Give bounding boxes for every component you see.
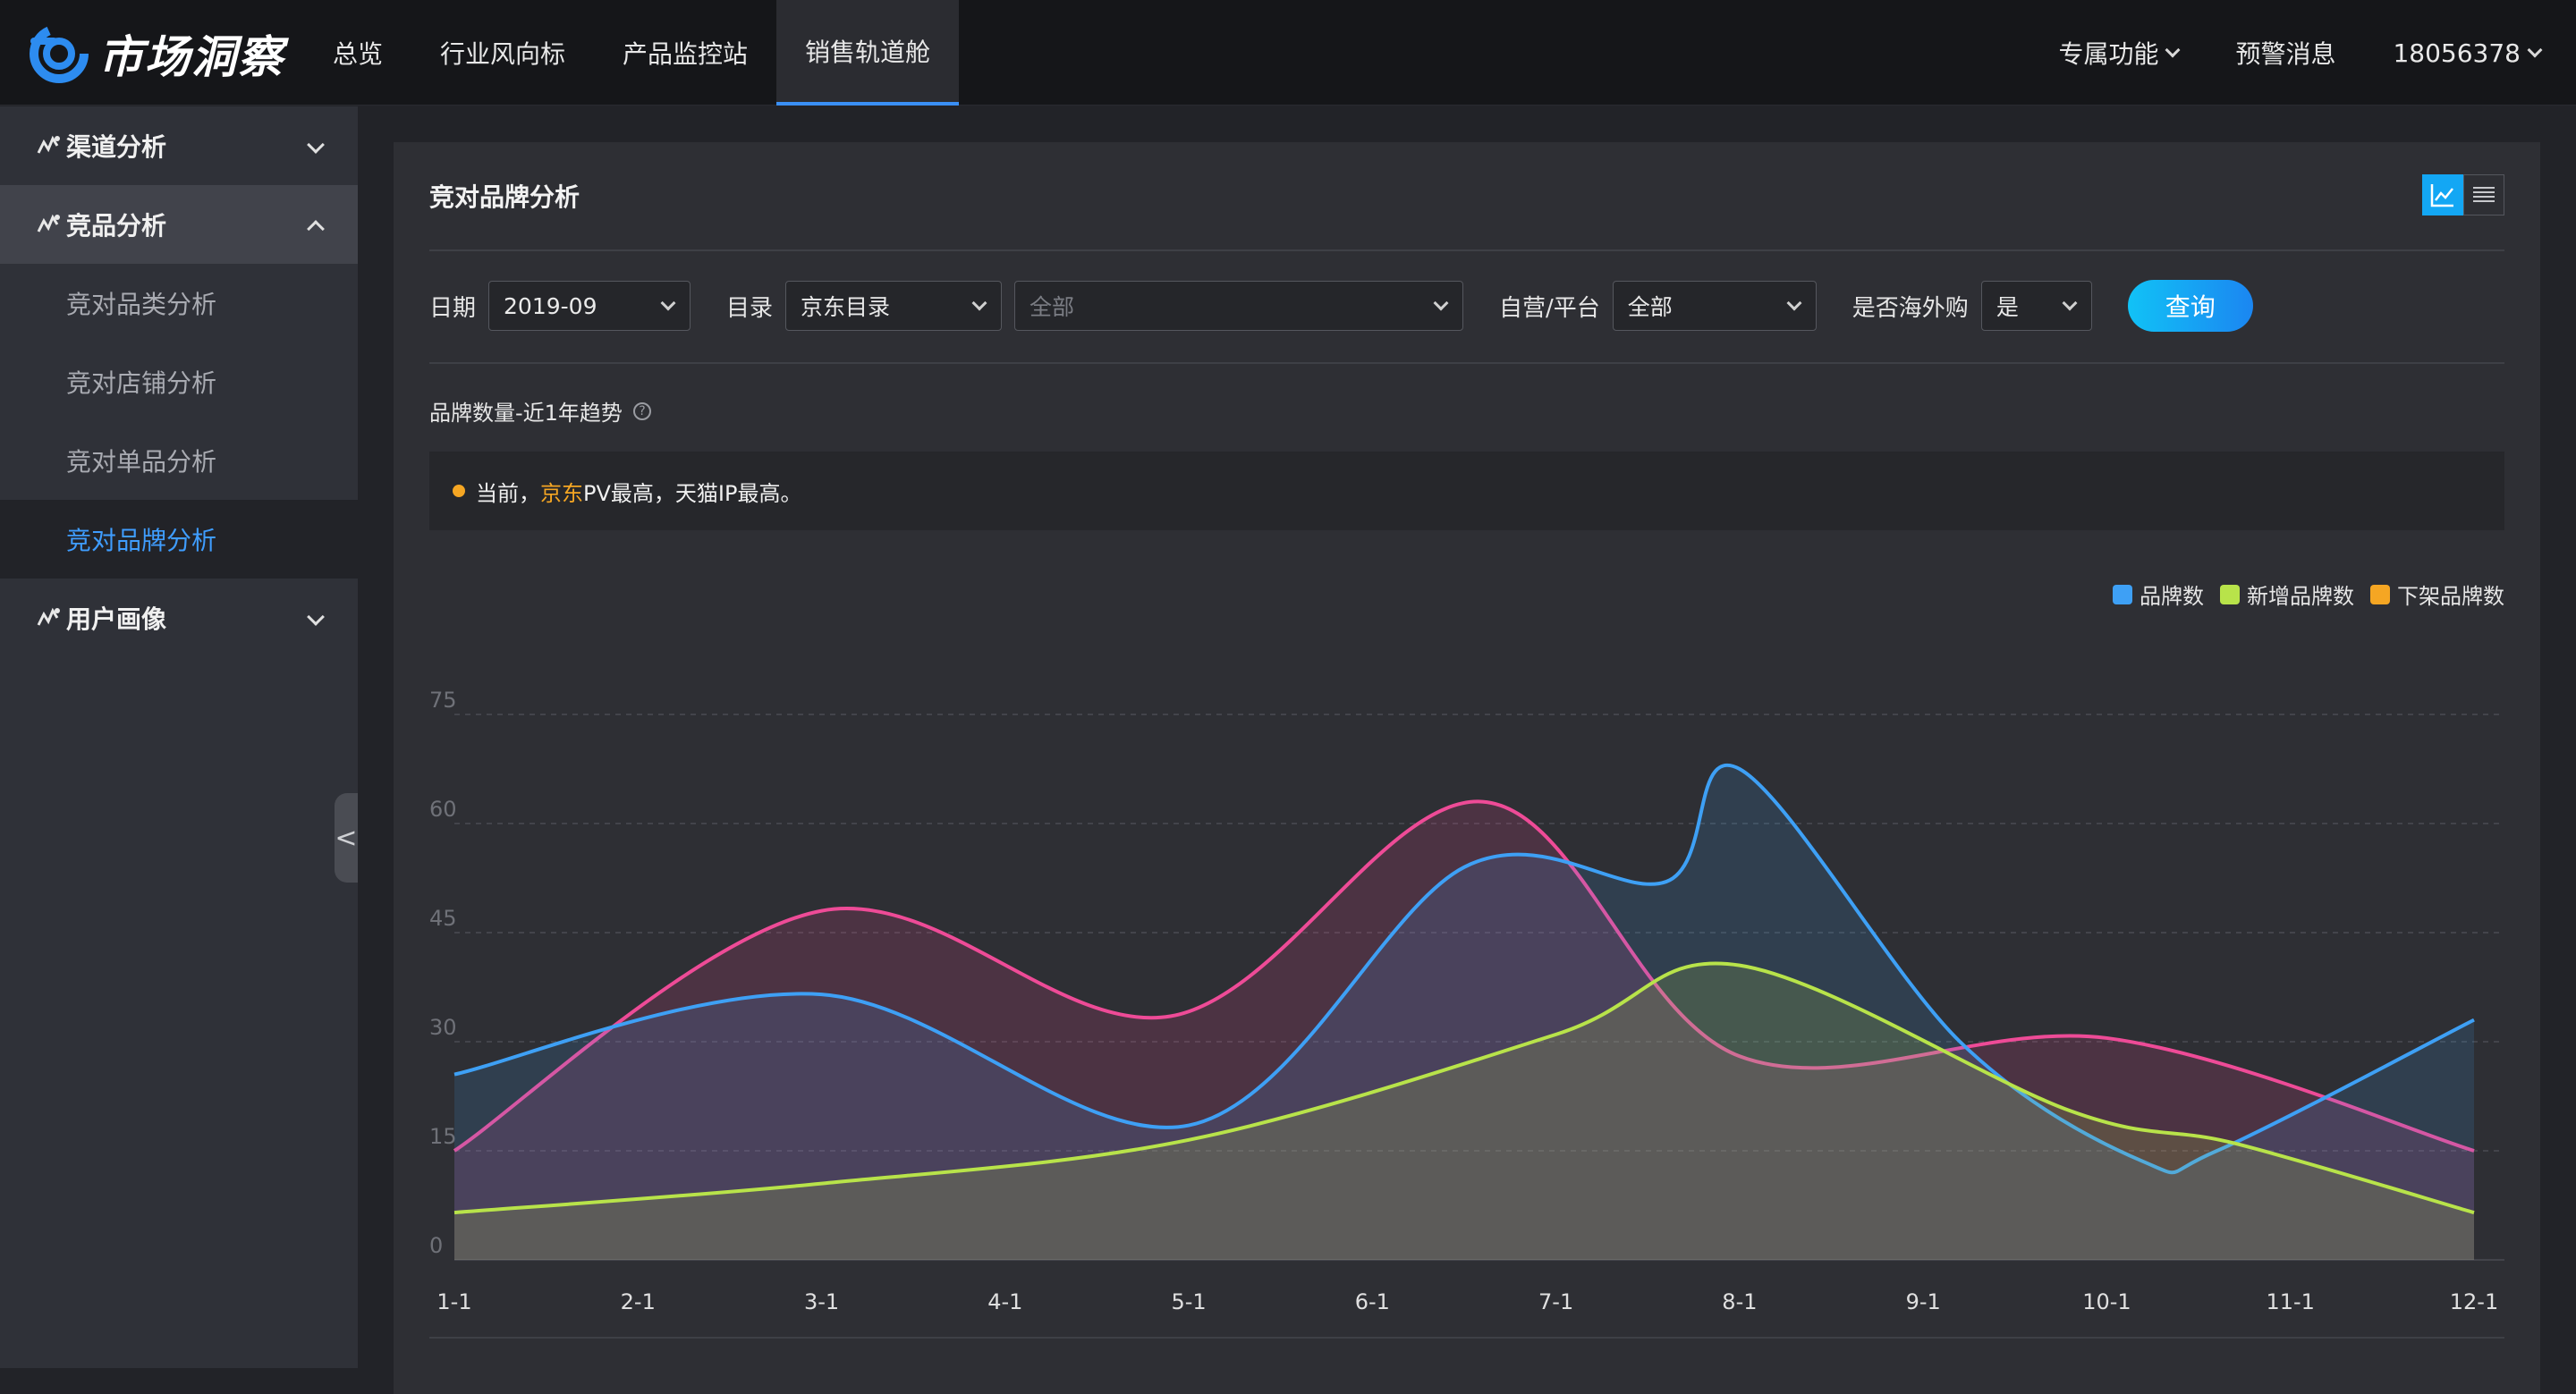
x-tick-label: 7-1 [1538,1289,1573,1314]
sidebar-item-store[interactable]: 竞对店铺分析 [0,342,358,421]
sidebar-item-sku[interactable]: 竞对单品分析 [0,421,358,500]
logo-icon [30,24,89,83]
sidebar-group-channel[interactable]: 渠道分析 [0,106,358,185]
x-tick-label: 4-1 [987,1289,1022,1314]
sidebar-item-brand[interactable]: 竞对品牌分析 [0,500,358,579]
trend-icon [37,607,60,626]
nav-item-overview[interactable]: 总览 [304,0,411,106]
sidebar-submenu-competitor: 竞对品类分析 竞对店铺分析 竞对单品分析 竞对品牌分析 [0,264,358,579]
y-tick-label: 75 [429,688,457,713]
chevron-down-icon [2527,42,2543,58]
x-tick-label: 12-1 [2450,1289,2498,1314]
x-tick-label: 8-1 [1722,1289,1757,1314]
sidebar-group-label: 用户画像 [66,604,167,634]
chevron-up-icon [307,220,325,238]
chevron-down-icon [307,608,325,626]
x-tick-label: 1-1 [436,1289,471,1314]
sidebar-group-label: 渠道分析 [66,132,167,162]
main-nav: 总览 行业风向标 产品监控站 销售轨道舱 [304,0,960,106]
top-bar: 市场洞察 总览 行业风向标 产品监控站 销售轨道舱 专属功能 预警消息 1805… [0,0,2576,106]
alerts-link[interactable]: 预警消息 [2235,35,2335,71]
trend-chart: 0 15 30 45 60 75 1-1 2-1 3-1 4-1 5-1 6-1 7-1 8-1 9-1 10… [429,688,2504,1314]
user-menu[interactable]: 18056378 [2393,38,2543,68]
x-tick-label: 6-1 [1355,1289,1390,1314]
y-tick-label: 60 [429,797,457,822]
x-tick-label: 10-1 [2082,1289,2131,1314]
sidebar-item-category[interactable]: 竞对品类分析 [0,264,358,342]
x-tick-label: 11-1 [2266,1289,2314,1314]
trend-icon [37,214,60,232]
y-tick-label: 15 [429,1124,457,1149]
y-tick-label: 0 [429,1233,443,1258]
main-content: 竞对品牌分析 日期 2019-09 目录 京东目录 全部 自营/平台 全部 是否… [358,106,2576,1394]
x-tick-label: 5-1 [1171,1289,1206,1314]
analysis-panel: 竞对品牌分析 日期 2019-09 目录 京东目录 全部 自营/平台 全部 是否… [394,142,2540,1394]
app-logo[interactable]: 市场洞察 [27,18,284,89]
y-tick-label: 45 [429,906,457,931]
nav-item-product-monitor[interactable]: 产品监控站 [594,0,776,106]
sidebar-group-label: 竞品分析 [66,211,167,241]
sidebar-collapse-handle[interactable]: < [335,793,358,883]
special-features-label: 专属功能 [2058,39,2159,69]
chevron-down-icon [2165,42,2181,58]
x-tick-label: 3-1 [804,1289,839,1314]
top-right-menu: 专属功能 预警消息 18056378 [2001,0,2543,106]
special-features-menu[interactable]: 专属功能 [2058,35,2181,71]
sidebar-group-competitor[interactable]: 竞品分析 [0,185,358,264]
sidebar: 渠道分析 竞品分析 竞对品类分析 竞对店铺分析 竞对单品分析 竞对品牌分析 用户… [0,106,358,1368]
x-tick-label: 2-1 [621,1289,656,1314]
logo-text: 市场洞察 [98,31,284,83]
nav-item-industry[interactable]: 行业风向标 [411,0,594,106]
user-id: 18056378 [2393,38,2521,68]
x-tick-label: 9-1 [1906,1289,1941,1314]
trend-icon [37,135,60,154]
y-tick-label: 30 [429,1015,457,1040]
divider [429,1337,2504,1339]
sidebar-group-user-profile[interactable]: 用户画像 [0,579,358,657]
chevron-down-icon [307,136,325,154]
nav-item-sales-channel[interactable]: 销售轨道舱 [776,0,960,106]
